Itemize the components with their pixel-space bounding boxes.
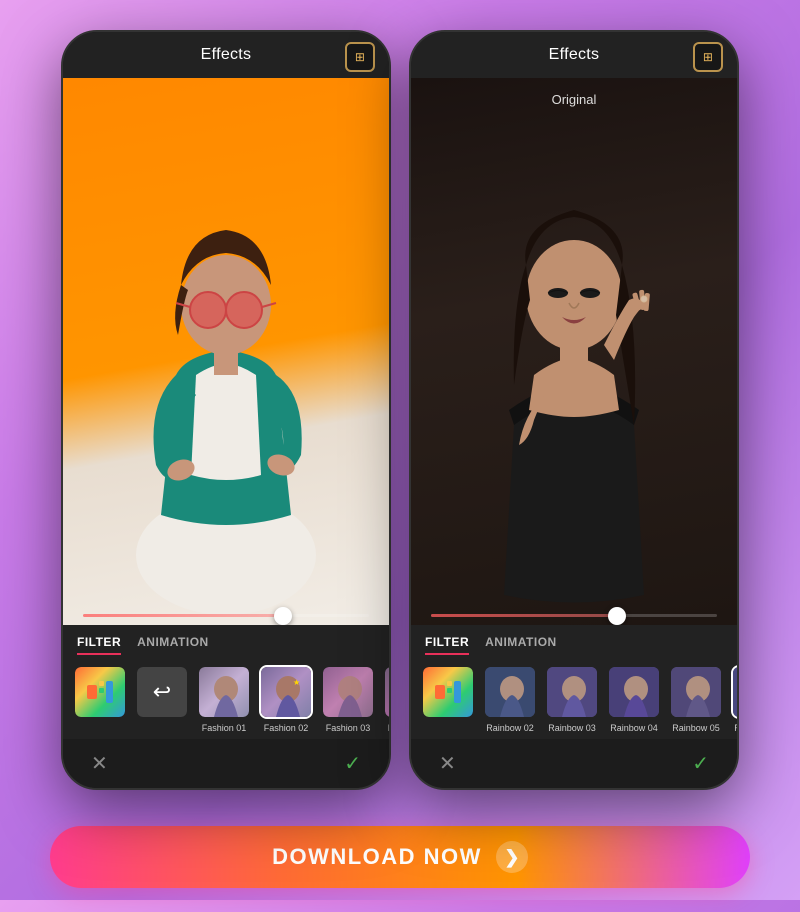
filter-tabs-right: FILTER ANIMATION (411, 635, 737, 655)
filter-items-right: Rainbow 02 Rainbow 03 (411, 665, 737, 733)
download-button[interactable]: DOWNLOAD NOW ❯ (50, 826, 750, 888)
filter-thumb-fashion03 (321, 665, 375, 719)
header-title-right: Effects (549, 46, 600, 63)
slider-dot-right[interactable] (608, 607, 626, 625)
filter-items-left: ↩ Fashion 01 (63, 665, 389, 733)
slider-right[interactable] (431, 614, 717, 617)
original-label: Original (552, 92, 597, 107)
filter-thumb-rainbow04 (607, 665, 661, 719)
rainbow02-label: Rainbow 02 (486, 723, 534, 733)
filter-thumb-rainbow05 (669, 665, 723, 719)
phone-left-image (63, 78, 389, 625)
fashion-girl-left (96, 175, 356, 625)
filter-item-rainbow04[interactable]: Rainbow 04 (607, 665, 661, 733)
confirm-btn-left[interactable]: ✓ (344, 751, 361, 776)
filter-item-reset-left[interactable]: ↩ (135, 665, 189, 733)
confirm-btn-right[interactable]: ✓ (692, 751, 709, 776)
compare-icon-right[interactable]: ⊞ (693, 42, 723, 72)
tab-animation-right[interactable]: ANIMATION (485, 635, 557, 655)
slider-dot-left[interactable] (274, 607, 292, 625)
filter-tabs-left: FILTER ANIMATION (63, 635, 389, 655)
cancel-btn-right[interactable]: ✕ (439, 751, 456, 776)
filter-item-rainbow03[interactable]: Rainbow 03 (545, 665, 599, 733)
tab-filter-left[interactable]: FILTER (77, 635, 121, 655)
phone-right-header: Effects ⊞ (411, 32, 737, 78)
filter-item-rainbow02[interactable]: Rainbow 02 (483, 665, 537, 733)
filter-item-rainbow06[interactable]: Rainbow 06 (731, 665, 737, 733)
fashion03-label: Fashion 03 (326, 723, 371, 733)
filter-strip-left: FILTER ANIMATION (63, 625, 389, 739)
phone-right-image: Original (411, 78, 737, 625)
slider-left[interactable] (83, 614, 369, 617)
phone-bottom-left: ✕ ✓ (63, 739, 389, 788)
phone-left-header: Effects ⊞ (63, 32, 389, 78)
filter-thumb-fashion01 (197, 665, 251, 719)
fashion01-label: Fashion 01 (202, 723, 247, 733)
filter-thumb-rainbow06 (731, 665, 737, 719)
tab-filter-right[interactable]: FILTER (425, 635, 469, 655)
fashion04-label: Fashion 04 (388, 723, 389, 733)
download-section: DOWNLOAD NOW ❯ (0, 810, 800, 912)
filter-thumb-fashion04 (383, 665, 389, 719)
filter-item-fashion02[interactable]: ★ Fashion 02 (259, 665, 313, 733)
slider-progress-right (431, 614, 617, 617)
filter-thumb-fashion02: ★ (259, 665, 313, 719)
slider-progress-left (83, 614, 283, 617)
rainbow04-label: Rainbow 04 (610, 723, 658, 733)
fashion02-label: Fashion 02 (264, 723, 309, 733)
filter-item-rainbow05[interactable]: Rainbow 05 (669, 665, 723, 733)
filter-item-icon-left[interactable] (73, 665, 127, 733)
rainbow05-label: Rainbow 05 (672, 723, 720, 733)
filter-strip-right: FILTER ANIMATION (411, 625, 737, 739)
cancel-btn-left[interactable]: ✕ (91, 751, 108, 776)
compare-icon-left[interactable]: ⊞ (345, 42, 375, 72)
tab-animation-left[interactable]: ANIMATION (137, 635, 209, 655)
phone-bottom-right: ✕ ✓ (411, 739, 737, 788)
svg-text:★: ★ (293, 678, 300, 687)
download-text: DOWNLOAD NOW (272, 844, 482, 870)
filter-thumb-reset: ↩ (135, 665, 189, 719)
filter-item-fashion03[interactable]: Fashion 03 (321, 665, 375, 733)
rainbow03-label: Rainbow 03 (548, 723, 596, 733)
filter-item-fashion04[interactable]: Fashion 04 (383, 665, 389, 733)
header-title-left: Effects (201, 46, 252, 63)
fashion-girl-right (434, 145, 714, 625)
phone-right: Effects ⊞ Original (409, 30, 739, 790)
filter-item-icon-right[interactable] (421, 665, 475, 733)
filter-thumb-rainbow03 (545, 665, 599, 719)
rainbow06-label: Rainbow 06 (734, 723, 737, 733)
phone-left: Effects ⊞ (61, 30, 391, 790)
filter-thumb-icon (73, 665, 127, 719)
filter-thumb-rainbow-icon (421, 665, 475, 719)
download-arrow-icon: ❯ (496, 841, 528, 873)
filter-thumb-rainbow02 (483, 665, 537, 719)
filter-item-fashion01[interactable]: Fashion 01 (197, 665, 251, 733)
phones-container: Effects ⊞ (21, 0, 779, 810)
